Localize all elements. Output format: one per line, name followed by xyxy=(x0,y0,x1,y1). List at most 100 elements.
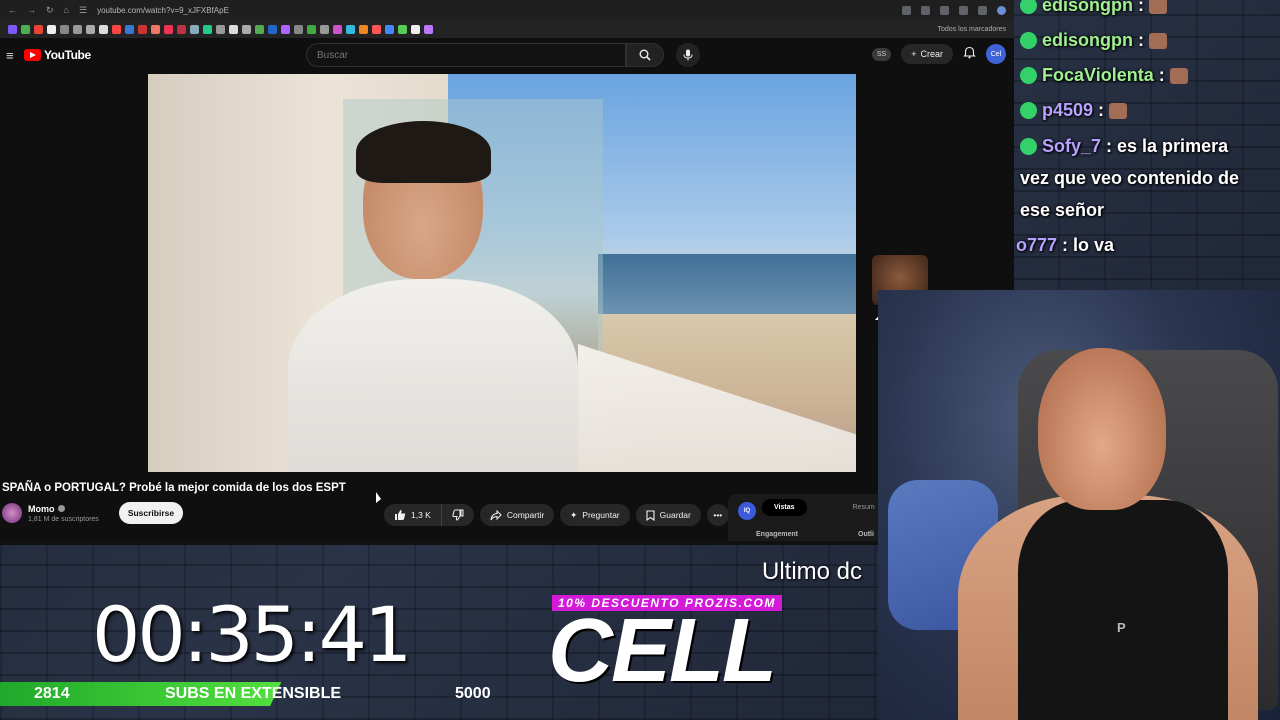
bookmark-icon[interactable] xyxy=(216,24,225,34)
forward-icon[interactable]: → xyxy=(27,5,36,15)
chat-text: : es la primera xyxy=(1106,136,1229,156)
like-button[interactable]: 1,3 K xyxy=(384,504,442,526)
all-bookmarks-folder[interactable]: Todos los marcadores xyxy=(938,26,1006,33)
bookmark-icon[interactable] xyxy=(294,24,303,34)
save-label: Guardar xyxy=(659,510,691,520)
chat-text-continued: vez que veo contenido de xyxy=(1020,168,1240,188)
menu-icon[interactable]: ≡ xyxy=(6,48,24,63)
url-text[interactable]: youtube.com/watch?v=9_xJFXBfApE xyxy=(97,6,892,15)
bookmark-icon[interactable] xyxy=(190,24,199,34)
home-icon[interactable]: ⌂ xyxy=(64,5,69,15)
bookmark-icon[interactable] xyxy=(424,24,433,34)
vidiq-logo-icon[interactable]: IQ xyxy=(738,502,756,520)
create-button[interactable]: + Crear xyxy=(901,44,953,64)
chat-message: edisongpn : xyxy=(1020,0,1167,16)
more-actions-button[interactable]: ••• xyxy=(706,504,729,526)
bookmark-icon[interactable] xyxy=(320,24,329,34)
chat-emote-icon xyxy=(1149,32,1167,49)
bookmark-icon[interactable] xyxy=(333,24,342,34)
dislike-button[interactable] xyxy=(441,504,474,526)
chrome-icon[interactable] xyxy=(473,544,487,545)
bookmark-icon[interactable] xyxy=(359,24,368,34)
bookmark-icon[interactable] xyxy=(60,24,69,34)
subscribe-button[interactable]: Suscribirse xyxy=(118,502,184,524)
chat-text: : xyxy=(1138,0,1144,15)
bookmark-icon[interactable] xyxy=(242,24,251,34)
ask-label: Preguntar xyxy=(582,510,620,520)
plus-icon: + xyxy=(911,49,917,59)
bookmark-icon[interactable] xyxy=(255,24,264,34)
bookmark-icon[interactable] xyxy=(268,24,277,34)
bookmark-icon[interactable] xyxy=(112,24,121,34)
chat-emote-icon xyxy=(1149,0,1167,14)
account-avatar[interactable]: Cel xyxy=(986,44,1006,64)
chat-username: p4509 xyxy=(1042,100,1094,120)
bookmark-icon[interactable] xyxy=(99,24,108,34)
bookmark-icon[interactable] xyxy=(385,24,394,34)
taskbar-app-icon[interactable] xyxy=(527,544,541,545)
bookmark-icon[interactable] xyxy=(203,24,212,34)
bookmark-icon[interactable] xyxy=(21,24,30,34)
zoom-icon[interactable] xyxy=(902,5,911,15)
search-bar xyxy=(306,43,700,67)
extensions-puzzle-icon[interactable] xyxy=(978,5,987,15)
share-label: Compartir xyxy=(506,510,545,520)
bookmark-icon[interactable] xyxy=(47,24,56,34)
bookmark-icon[interactable] xyxy=(164,24,173,34)
chat-username: edisongpn xyxy=(1042,30,1133,50)
video-player[interactable] xyxy=(148,74,856,472)
bookmark-icon[interactable] xyxy=(372,24,381,34)
taskbar-app-icon[interactable] xyxy=(446,544,460,545)
folder-icon[interactable] xyxy=(500,544,514,545)
chat-text: : lo va xyxy=(1062,235,1115,255)
bookmark-icon[interactable] xyxy=(307,24,316,34)
bookmark-icon[interactable] xyxy=(73,24,82,34)
video-actions: 1,3 K Compartir ✦ Preguntar Guardar ••• xyxy=(384,504,729,526)
chat-text-continued: ese señor xyxy=(1020,200,1122,221)
bookmark-icon[interactable] xyxy=(125,24,134,34)
channel-avatar[interactable] xyxy=(2,503,22,523)
bookmark-icon[interactable] xyxy=(8,24,17,34)
sparkle-icon: ✦ xyxy=(570,509,578,520)
search-button[interactable] xyxy=(626,43,664,67)
chat-emote-icon xyxy=(1109,102,1128,119)
extension-icon[interactable] xyxy=(959,5,968,15)
bookmark-icon[interactable] xyxy=(34,24,43,34)
photoshop-icon[interactable] xyxy=(554,544,568,545)
bookmark-icon[interactable] xyxy=(86,24,95,34)
save-button[interactable]: Guardar xyxy=(635,504,701,526)
site-info-icon[interactable]: ☰ xyxy=(79,5,87,16)
bookmark-icon[interactable] xyxy=(138,24,147,34)
bookmark-icon[interactable] xyxy=(229,24,238,34)
channel-name[interactable]: Momo xyxy=(28,504,55,514)
search-input[interactable] xyxy=(306,43,626,67)
reload-icon[interactable]: ↻ xyxy=(46,5,54,16)
voice-search-button[interactable] xyxy=(676,43,700,67)
youtube-logo[interactable]: YouTube xyxy=(24,48,91,62)
chat-badge-icon xyxy=(1020,102,1037,119)
bookmark-icon[interactable] xyxy=(281,24,290,34)
taskbar-app-icon[interactable] xyxy=(419,544,433,545)
chat-username: FocaViolenta xyxy=(1042,65,1154,85)
share-arrow-icon xyxy=(490,509,502,520)
like-dislike-group: 1,3 K xyxy=(384,504,474,526)
back-icon[interactable]: ← xyxy=(8,5,17,15)
bookmark-icon[interactable] xyxy=(346,24,355,34)
taskbar-app-icon[interactable] xyxy=(581,544,595,545)
share-icon[interactable] xyxy=(921,5,930,15)
tab-views[interactable]: Vistas xyxy=(762,499,807,516)
notifications-bell-icon[interactable] xyxy=(963,46,976,62)
ss-badge[interactable]: SS xyxy=(871,47,892,61)
bookmark-icon[interactable] xyxy=(151,24,160,34)
bookmark-icon[interactable] xyxy=(398,24,407,34)
streamer-tank-top xyxy=(1018,500,1228,720)
bookmark-icon[interactable] xyxy=(411,24,420,34)
profile-icon[interactable] xyxy=(997,5,1006,15)
ask-button[interactable]: ✦ Preguntar xyxy=(560,504,630,526)
stream-screen: ← → ↻ ⌂ ☰ youtube.com/watch?v=9_xJFXBfAp… xyxy=(0,0,1280,720)
chat-badge-icon xyxy=(1020,138,1037,155)
bookmark-icon[interactable] xyxy=(177,24,186,34)
bookmark-star-icon[interactable] xyxy=(940,5,949,15)
share-button[interactable]: Compartir xyxy=(479,504,555,526)
tab-summary[interactable]: Resum xyxy=(853,504,875,511)
